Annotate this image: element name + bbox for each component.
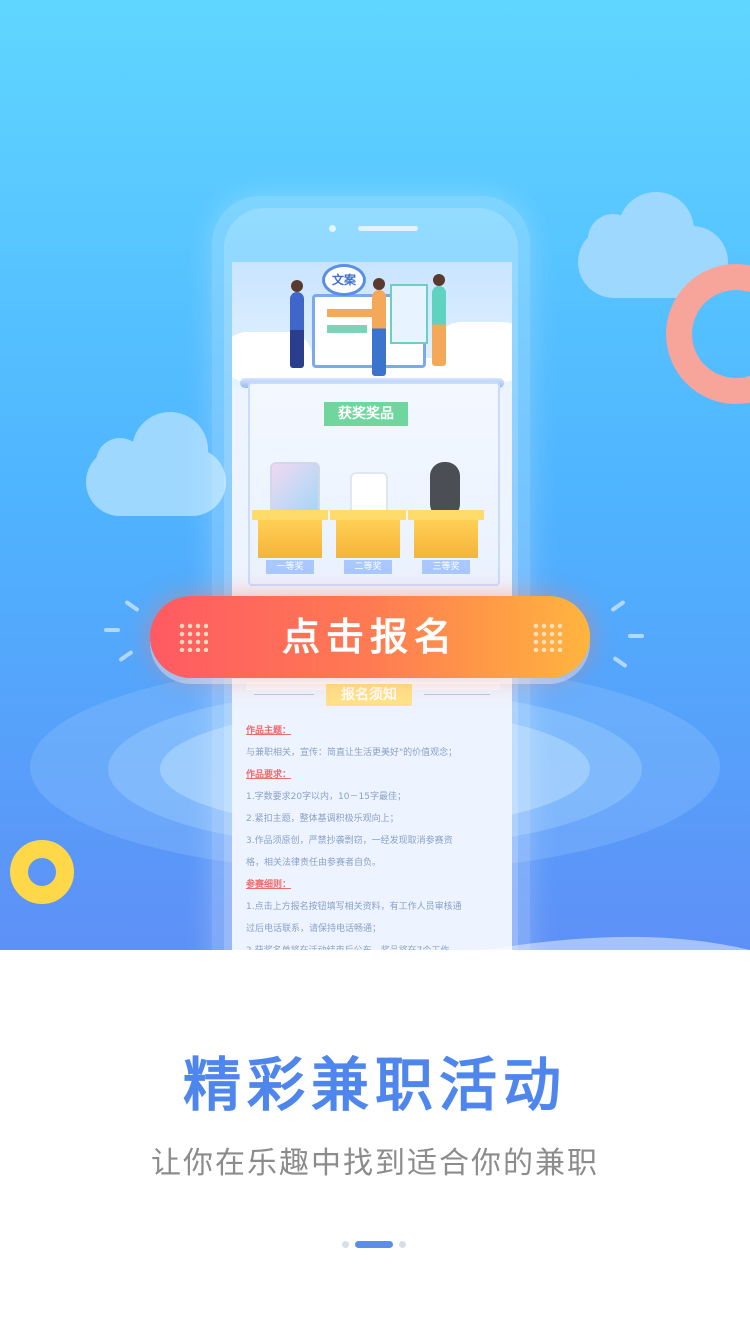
page-dot-active[interactable] <box>355 1240 393 1248</box>
page-title: 精彩兼职活动 <box>182 1051 567 1119</box>
notice-heading: 作品主题： <box>246 726 292 736</box>
person-figure <box>432 286 446 366</box>
cloud-left-decoration <box>86 412 226 516</box>
ray-decoration <box>610 599 626 613</box>
person-figure <box>372 290 386 376</box>
ray-decoration <box>124 599 140 613</box>
yellow-ring-decoration <box>10 840 74 904</box>
notice-line: 1.字数要求20字以内，10－15字最佳； <box>246 792 406 802</box>
notice-line: 格，相关法律责任由参赛者自负。 <box>246 858 382 868</box>
divider <box>424 694 490 695</box>
prize-rank-second: 二等奖 <box>344 560 392 574</box>
gift-box-icon <box>252 510 328 558</box>
gift-box-icon <box>330 510 406 558</box>
phone-speaker-icon <box>358 226 418 231</box>
notice-line: 与兼职相关，宣传：简直让生活更美好"的价值观念； <box>246 748 458 758</box>
notice-heading: 作品要求： <box>246 770 292 780</box>
person-figure <box>290 292 304 368</box>
page-indicator <box>342 1240 406 1248</box>
ray-decoration <box>612 655 628 669</box>
signup-button[interactable]: 点击报名 <box>150 596 590 678</box>
dots-decoration-icon <box>532 622 562 652</box>
notice-heading: 参赛细则： <box>246 880 292 890</box>
signup-button-label: 点击报名 <box>281 615 458 659</box>
ray-decoration <box>628 634 644 638</box>
ray-decoration <box>118 649 134 663</box>
hero-illustration: 文案 <box>232 262 512 392</box>
ray-decoration <box>104 628 120 632</box>
notice-title: 报名须知 <box>326 684 412 706</box>
dots-decoration-icon <box>178 622 208 652</box>
person-head <box>433 274 445 286</box>
person-head <box>373 278 385 290</box>
person-head <box>291 280 303 292</box>
page-dot[interactable] <box>342 1240 349 1248</box>
page-subtitle: 让你在乐趣中找到适合你的兼职 <box>151 1146 599 1181</box>
page-dot[interactable] <box>399 1240 406 1248</box>
document-panel-illustration <box>390 284 428 344</box>
notice-line: 3.作品须原创，严禁抄袭剽窃，一经发现取消参赛资 <box>246 836 453 846</box>
prize-rank-first: 一等奖 <box>266 560 314 574</box>
prize-rank-third: 三等奖 <box>422 560 470 574</box>
notice-line: 2.紧扣主题，整体基调积极乐观向上； <box>246 814 399 824</box>
divider <box>254 694 314 695</box>
phone-camera-icon <box>329 225 336 232</box>
gift-box-icon <box>408 510 484 558</box>
notice-line: 1.点击上方报名按钮填写相关资料，有工作人员审核通 <box>246 902 462 912</box>
copywriting-tag: 文案 <box>322 264 366 296</box>
background: 文案 获奖奖品 一等奖 二等奖 三等奖 报名须知 作品主题： 与兼职相关，宣传：简… <box>0 0 750 1334</box>
prize-title: 获奖奖品 <box>324 402 408 426</box>
